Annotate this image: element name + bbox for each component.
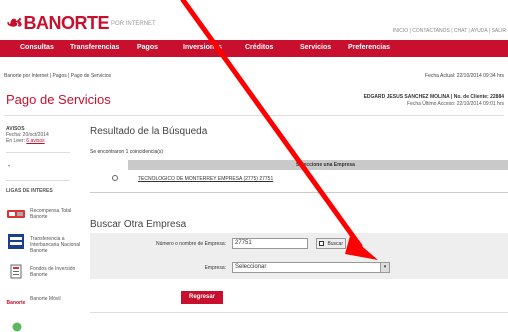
banorte-logo[interactable]: ☙BANORTE POR INTERNET xyxy=(6,12,156,35)
nav-pagos[interactable]: Pagos xyxy=(137,44,158,51)
nav-preferencias[interactable]: Preferencias xyxy=(348,44,390,51)
sidebar-link-transferencia[interactable]: Transferencia a Interbancaria Nacional B… xyxy=(6,234,86,254)
sidebar-link-label: Fondos de Inversión Banorte xyxy=(30,266,76,278)
avisos-read: En Leer: 6 avisos xyxy=(6,138,45,144)
user-info: EDGARD JESUS SANCHEZ MOLINA | No. de Cli… xyxy=(363,94,504,100)
company-link[interactable]: TECNOLOGICO DE MONTERREY EMPRESA (2775) … xyxy=(138,176,273,182)
select-value: Seleccionar xyxy=(235,264,267,270)
sidebar-link-fondos[interactable]: Fondos de Inversión Banorte xyxy=(6,264,86,284)
main-navbar: Consultas Transferencias Pagos Inversion… xyxy=(0,40,508,57)
recompensa-icon xyxy=(7,210,25,218)
banorte-logo-icon: ☙ xyxy=(6,13,23,34)
company-search-input[interactable]: 27751 xyxy=(232,238,308,249)
company-radio[interactable] xyxy=(112,175,118,181)
top-bar: ☙BANORTE POR INTERNET INICIO | CONTACTANO… xyxy=(0,0,508,38)
search-icon xyxy=(319,241,324,246)
search-other-title: Buscar Otra Empresa xyxy=(90,219,187,230)
table-header-label: Seleccione una Empresa xyxy=(296,162,355,168)
sidebar-link-label: Banorte Móvil xyxy=(30,296,61,302)
top-links[interactable]: INICIO | CONTACTANOS | CHAT | AYUDA | SA… xyxy=(393,28,506,34)
divider xyxy=(90,192,508,193)
nav-transferencias[interactable]: Transferencias xyxy=(70,44,119,51)
sidebar-link-recompensa[interactable]: Recompensa Total Banorte xyxy=(6,206,86,226)
green-circle-icon xyxy=(12,322,22,332)
transferencia-icon xyxy=(8,234,24,249)
sidebar-divider xyxy=(6,152,70,153)
divider xyxy=(90,312,508,313)
current-date: Fecha Actual: 22/10/2014 09:34 hrs xyxy=(425,73,504,79)
company-select-label: Empresa: xyxy=(204,265,226,271)
last-access: Fecha Último Acceso: 22/10/2014 09:01 hr… xyxy=(406,101,504,107)
nav-servicios[interactable]: Servicios xyxy=(300,44,331,51)
svg-text:Banorte: Banorte xyxy=(7,300,26,306)
company-select[interactable]: Seleccionar ▾ xyxy=(232,262,390,273)
nav-creditos[interactable]: Créditos xyxy=(245,44,273,51)
chevron-down-icon: ▾ xyxy=(380,263,389,272)
bullet: • xyxy=(8,164,11,170)
company-number-label: Número o nombre de Empresa: xyxy=(155,241,226,247)
avisos-read-label: En Leer: xyxy=(6,138,27,144)
buscar-button[interactable]: Buscar xyxy=(316,238,346,249)
avisos-link[interactable]: 6 avisos xyxy=(26,138,44,144)
results-table-header: Seleccione una Empresa xyxy=(128,160,508,170)
regresar-button[interactable]: Regresar xyxy=(181,291,223,304)
breadcrumb[interactable]: Banorte por Internet | Pagos | Pago de S… xyxy=(4,73,111,79)
page-title: Pago de Servicios xyxy=(6,92,111,107)
logo-text: BANORTE xyxy=(23,13,110,33)
sidebar-link-label: Transferencia a Interbancaria Nacional B… xyxy=(30,236,81,254)
logo-subtext: POR INTERNET xyxy=(111,21,156,28)
sidebar-divider xyxy=(6,180,70,181)
sidebar-link-label: Recompensa Total Banorte xyxy=(30,208,72,220)
divider xyxy=(4,115,504,116)
sidebar-link-movil[interactable]: Banorte Banorte Móvil xyxy=(6,294,86,314)
fondos-icon xyxy=(10,264,22,279)
results-title: Resultado de la Búsqueda xyxy=(90,126,208,137)
links-title: LIGAS DE INTERES xyxy=(6,188,53,194)
table-row: TECNOLOGICO DE MONTERREY EMPRESA (2775) … xyxy=(112,174,508,184)
buscar-label: Buscar xyxy=(327,241,343,247)
nav-consultas[interactable]: Consultas xyxy=(20,44,54,51)
results-count: Se encontraron 1 coincidencia(s) xyxy=(90,149,164,155)
banorte-movil-icon: Banorte xyxy=(7,298,26,306)
nav-inversiones[interactable]: Inversiones xyxy=(183,44,222,51)
